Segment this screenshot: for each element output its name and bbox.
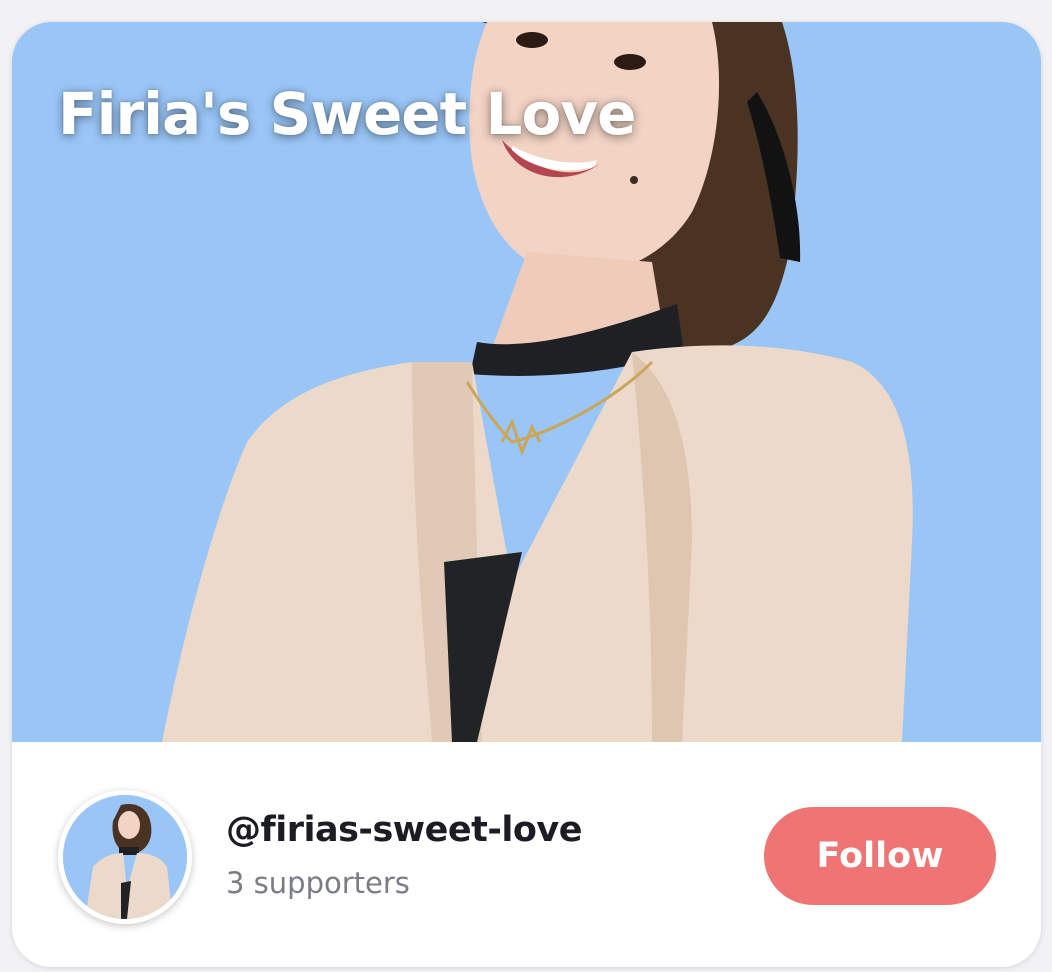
cover-photo: Firia's Sweet Love xyxy=(12,22,1041,742)
follow-button[interactable]: Follow xyxy=(764,807,996,905)
avatar[interactable] xyxy=(58,790,192,924)
page-title: Firia's Sweet Love xyxy=(58,80,636,148)
profile-handle[interactable]: @firias-sweet-love xyxy=(226,810,582,850)
profile-footer: @firias-sweet-love 3 supporters Follow xyxy=(12,742,1041,967)
profile-photo-icon xyxy=(63,795,187,919)
avatar-photo xyxy=(63,795,187,919)
creator-card[interactable]: Firia's Sweet Love @firias-sweet-love 3 … xyxy=(12,22,1041,967)
supporters-count: 3 supporters xyxy=(226,866,410,900)
